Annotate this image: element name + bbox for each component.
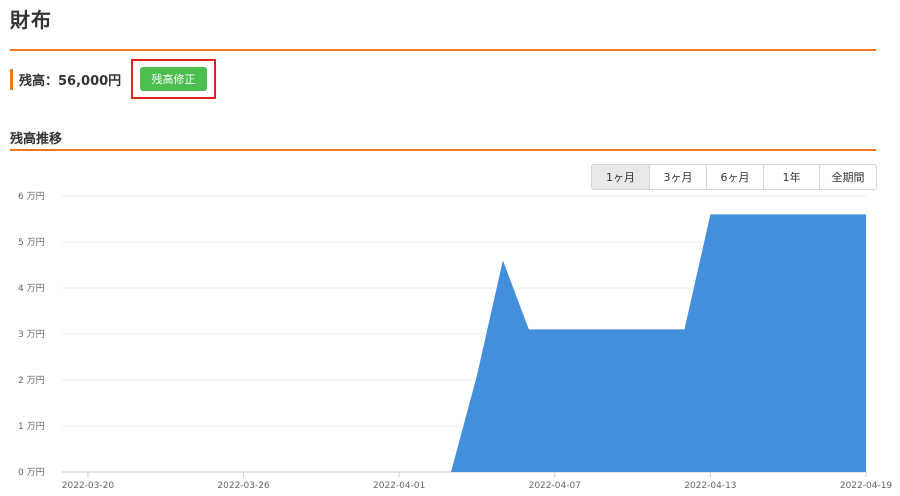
page-title: 財布 — [10, 8, 52, 32]
x-tick-label: 2022-03-26 — [217, 481, 270, 491]
chart-area-layer — [451, 214, 866, 472]
y-tick-label: 4 万円 — [18, 283, 45, 294]
balance-label: 残高：56,000円 — [19, 74, 122, 89]
y-tick-label: 0 万円 — [18, 467, 45, 478]
y-tick-label: 5 万円 — [18, 237, 45, 248]
x-tick-label: 2022-04-01 — [373, 481, 425, 491]
section-title: 残高推移 — [10, 132, 63, 147]
x-tick-label: 2022-04-19 — [840, 481, 893, 491]
range-1-month-button[interactable]: 1ヶ月 — [592, 165, 649, 189]
balance-accent-bar — [10, 69, 13, 90]
y-tick-label: 3 万円 — [18, 329, 45, 340]
x-tick-label: 2022-03-20 — [62, 481, 115, 491]
range-6-month-button[interactable]: 6ヶ月 — [706, 165, 763, 189]
y-tick-label: 6 万円 — [18, 191, 45, 202]
x-tick-label: 2022-04-13 — [684, 481, 736, 491]
balance-chart: 0 万円 1 万円 2 万円 3 万円 4 万円 5 万円 6 万円 2022-03-20 20… — [18, 191, 893, 491]
range-button-group: 1ヶ月 3ヶ月 6ヶ月 1年 全期間 — [591, 164, 877, 190]
title-divider — [10, 49, 876, 51]
range-1-year-button[interactable]: 1年 — [763, 165, 819, 189]
section-divider — [10, 149, 876, 151]
range-3-month-button[interactable]: 3ヶ月 — [649, 165, 706, 189]
balance-fix-button[interactable]: 残高修正 — [140, 67, 207, 91]
y-tick-label: 2 万円 — [18, 375, 45, 386]
range-all-button[interactable]: 全期間 — [819, 165, 876, 189]
x-tick-label: 2022-04-07 — [529, 481, 581, 491]
balance-area-series — [451, 214, 866, 472]
y-tick-label: 1 万円 — [18, 421, 45, 432]
